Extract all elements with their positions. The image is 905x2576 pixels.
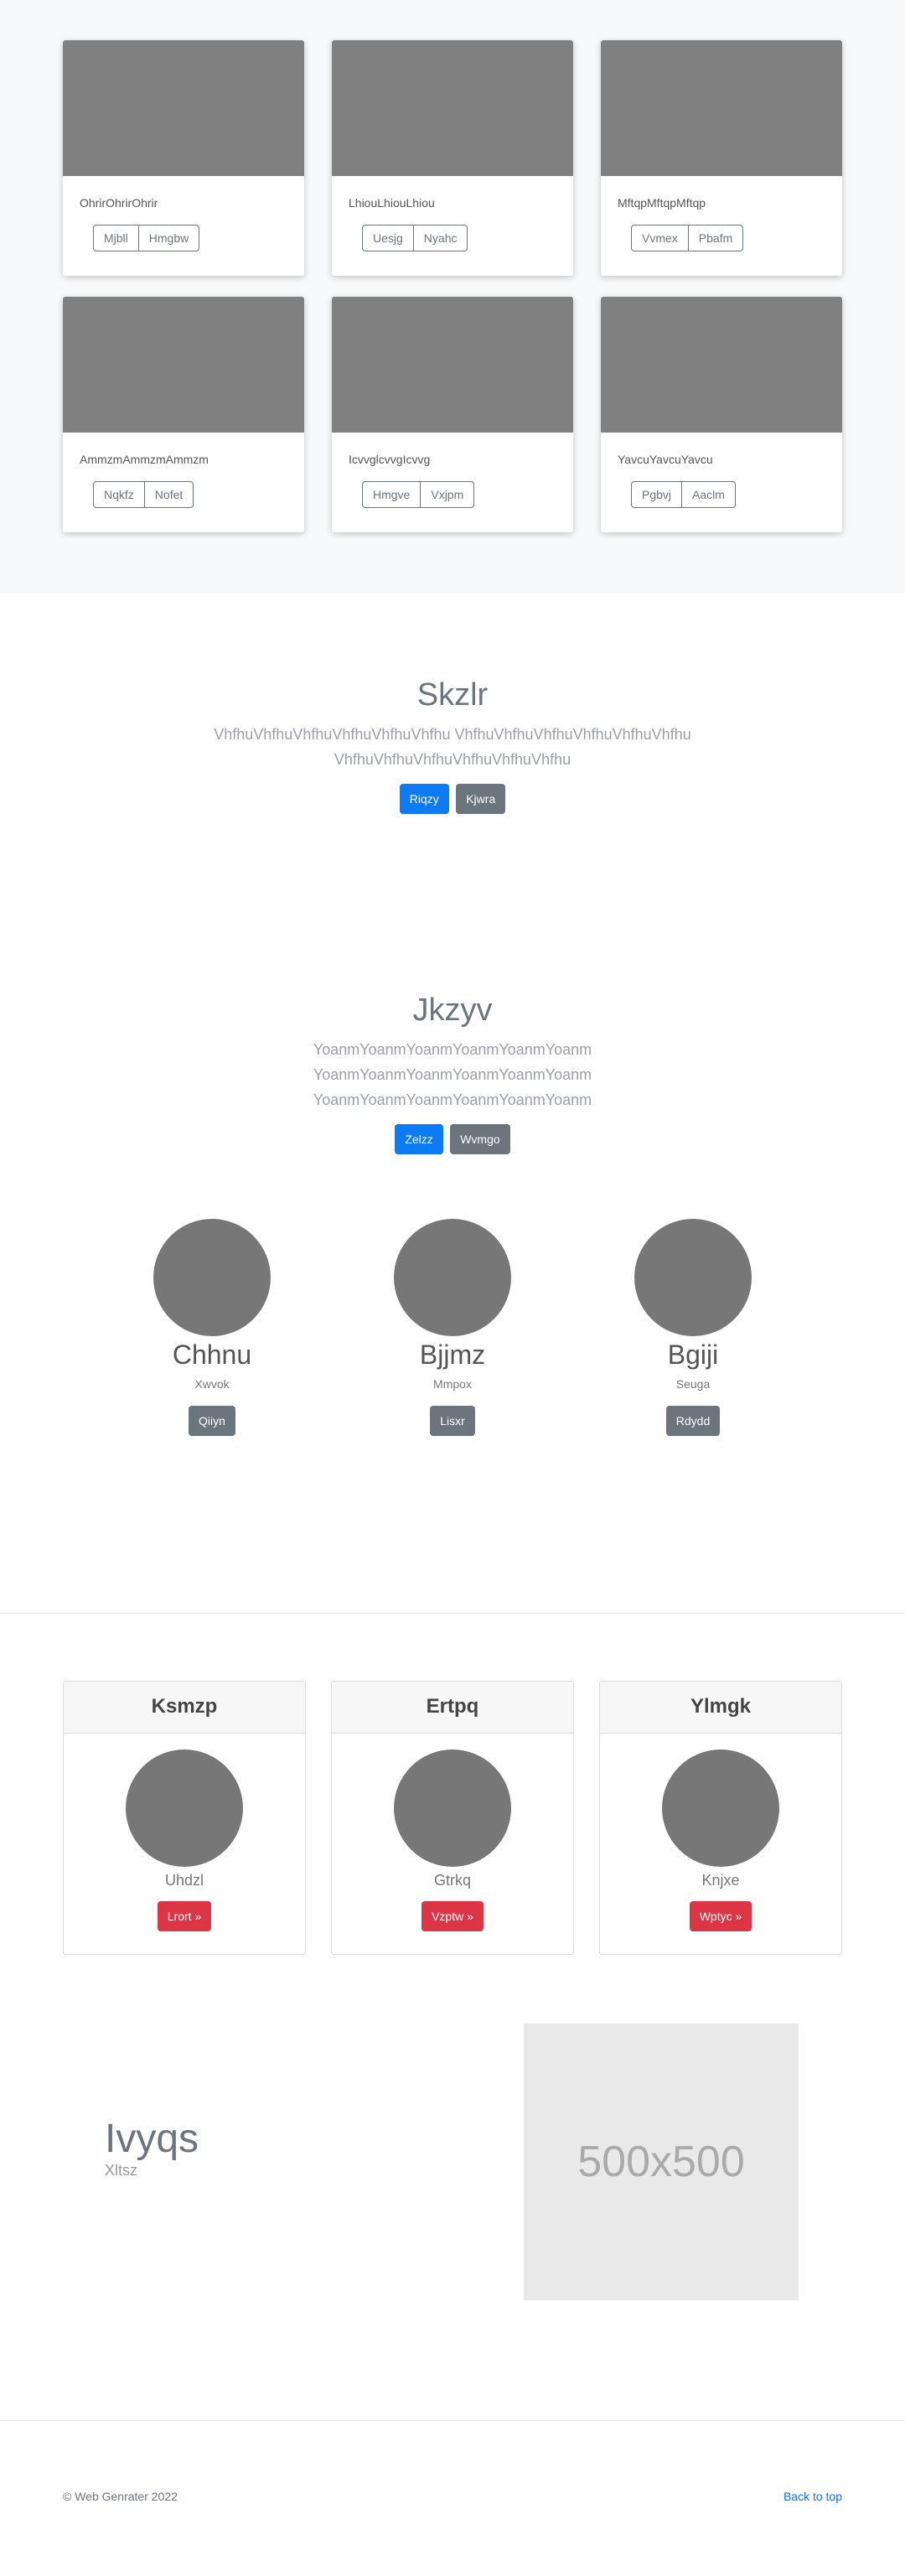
pricing-card: Ylmgk Knjxe Wptyc » xyxy=(599,1681,842,1955)
card-edit-button[interactable]: Nofet xyxy=(144,481,194,508)
hero-actions: Riqzy Kjwra xyxy=(0,784,905,814)
pricing-card-button[interactable]: Lrort » xyxy=(157,1901,212,1931)
pricing-card-title: Ertpq xyxy=(332,1682,573,1734)
card-text: LhiouLhiouLhiou xyxy=(349,196,435,210)
member-name: Bjjmz xyxy=(419,1340,486,1370)
pricing-card-title: Ksmzp xyxy=(64,1682,305,1734)
member-name: Chhnu xyxy=(172,1340,252,1370)
card-text: YavcuYavcuYavcu xyxy=(618,453,713,466)
pricing-card: Ksmzp Uhdzl Lrort » xyxy=(63,1681,306,1955)
avatar xyxy=(662,1749,779,1867)
card-view-button[interactable]: Vvmex xyxy=(631,225,689,251)
hero-text: YoanmYoanmYoanmYoanmYoanmYoanm YoanmYoan… xyxy=(313,1041,592,1108)
member-role: Xwvok xyxy=(194,1377,230,1391)
team-member: Chhnu Xwvok Qiiyn xyxy=(92,1219,333,1613)
card-thumbnail xyxy=(601,297,842,433)
avatar xyxy=(634,1219,752,1336)
hero-actions: Zelzz Wvmgo xyxy=(0,1124,905,1154)
team-section: Chhnu Xwvok Qiiyn Bjjmz Mmpox Lisxr Bgij… xyxy=(0,1219,905,1613)
card-button-group: Nqkfz Nofet xyxy=(93,481,194,508)
album-card: MftqpMftqpMftqp Vvmex Pbafm xyxy=(601,40,842,276)
card-button-group: Pgbvj Aaclm xyxy=(631,481,736,508)
card-thumbnail xyxy=(332,297,573,433)
copyright-text: © Web Genrater 2022 xyxy=(63,2490,178,2503)
album-card: YavcuYavcuYavcu Pgbvj Aaclm xyxy=(601,297,842,532)
card-edit-button[interactable]: Hmgbw xyxy=(138,225,200,251)
card-button-group: Vvmex Pbafm xyxy=(631,225,744,251)
album-card: AmmzmAmmzmAmmzm Nqkfz Nofet xyxy=(63,297,304,532)
team-member: Bjjmz Mmpox Lisxr xyxy=(333,1219,573,1613)
card-button-group: Mjbll Hmgbw xyxy=(93,225,200,251)
card-view-button[interactable]: Mjbll xyxy=(93,225,139,251)
pricing-card-button[interactable]: Wptyc » xyxy=(689,1901,752,1931)
card-text: MftqpMftqpMftqp xyxy=(618,196,706,210)
hero-primary-button[interactable]: Zelzz xyxy=(395,1124,443,1154)
card-view-button[interactable]: Nqkfz xyxy=(93,481,145,508)
card-edit-button[interactable]: Pbafm xyxy=(688,225,744,251)
feature-subtext: Xltsz xyxy=(105,2162,138,2179)
avatar xyxy=(126,1749,243,1867)
hero-section-1: Skzlr VhfhuVhfhuVhfhuVhfhuVhfhuVhfhu Vhf… xyxy=(0,593,905,909)
card-text: IcvvglcvvgIcvvg xyxy=(349,453,431,466)
feature-section: Ivyqs Xltsz 500x500 xyxy=(63,1955,842,2420)
card-view-button[interactable]: Pgbvj xyxy=(631,481,683,508)
card-thumbnail xyxy=(601,40,842,176)
pricing-card-label: Gtrkq xyxy=(433,1872,471,1889)
member-role: Mmpox xyxy=(433,1377,472,1391)
member-name: Bgiji xyxy=(667,1340,719,1370)
member-details-button[interactable]: Rdydd xyxy=(665,1406,721,1436)
pricing-card-title: Ylmgk xyxy=(600,1682,841,1734)
feature-image-placeholder: 500x500 xyxy=(524,2024,799,2300)
back-to-top-link[interactable]: Back to top xyxy=(783,2490,842,2503)
pricing-section: Ksmzp Uhdzl Lrort » Ertpq Gtrkq Vzptw » … xyxy=(63,1614,842,1955)
card-edit-button[interactable]: Nyahc xyxy=(413,225,468,251)
hero-secondary-button[interactable]: Wvmgo xyxy=(450,1124,510,1154)
hero-primary-button[interactable]: Riqzy xyxy=(399,784,449,814)
card-button-group: Hmgve Vxjpm xyxy=(362,481,475,508)
hero-title: Skzlr xyxy=(416,677,489,713)
card-view-button[interactable]: Hmgve xyxy=(362,481,421,508)
team-member: Bgiji Seuga Rdydd xyxy=(573,1219,814,1613)
card-view-button[interactable]: Uesjg xyxy=(362,225,414,251)
card-edit-button[interactable]: Aaclm xyxy=(682,481,736,508)
member-details-button[interactable]: Lisxr xyxy=(430,1406,475,1436)
avatar xyxy=(153,1219,271,1336)
card-edit-button[interactable]: Vxjpm xyxy=(421,481,475,508)
card-text: OhrirOhrirOhrir xyxy=(80,196,158,210)
hero-text: VhfhuVhfhuVhfhuVhfhuVhfhuVhfhu VhfhuVhfh… xyxy=(214,726,691,768)
pricing-card: Ertpq Gtrkq Vzptw » xyxy=(331,1681,574,1955)
album-section: OhrirOhrirOhrir Mjbll Hmgbw LhiouLhiouLh… xyxy=(0,0,905,593)
member-role: Seuga xyxy=(675,1377,711,1391)
pricing-card-label: Knjxe xyxy=(701,1872,740,1889)
card-thumbnail xyxy=(332,40,573,176)
hero-section-2: Jkzyv YoanmYoanmYoanmYoanmYoanmYoanm Yoa… xyxy=(0,909,905,1219)
feature-heading: Ivyqs xyxy=(105,2117,199,2161)
card-text: AmmzmAmmzmAmmzm xyxy=(80,453,209,466)
album-card: LhiouLhiouLhiou Uesjg Nyahc xyxy=(332,40,573,276)
cards-grid: OhrirOhrirOhrir Mjbll Hmgbw LhiouLhiouLh… xyxy=(63,40,842,532)
footer: © Web Genrater 2022 Back to top xyxy=(0,2420,905,2507)
card-thumbnail xyxy=(63,40,304,176)
album-card: IcvvglcvvgIcvvg Hmgve Vxjpm xyxy=(332,297,573,532)
member-details-button[interactable]: Qiiyn xyxy=(189,1406,235,1436)
card-button-group: Uesjg Nyahc xyxy=(362,225,468,251)
hero-title: Jkzyv xyxy=(412,993,493,1028)
album-card: OhrirOhrirOhrir Mjbll Hmgbw xyxy=(63,40,304,276)
card-thumbnail xyxy=(63,297,304,433)
hero-secondary-button[interactable]: Kjwra xyxy=(456,784,506,814)
avatar xyxy=(394,1749,511,1867)
pricing-card-label: Uhdzl xyxy=(164,1872,204,1889)
avatar xyxy=(394,1219,511,1336)
pricing-card-button[interactable]: Vzptw » xyxy=(421,1901,484,1931)
